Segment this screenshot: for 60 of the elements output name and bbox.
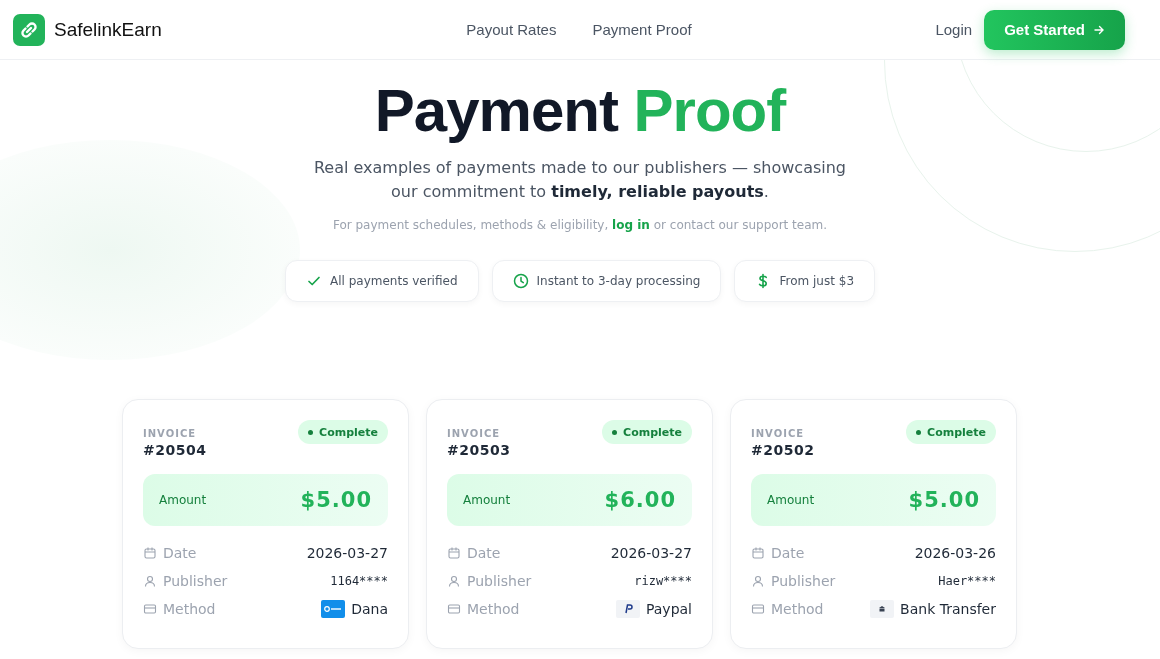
publisher-value: rizw**** xyxy=(634,574,692,588)
date-value: 2026-03-27 xyxy=(610,545,692,561)
row-label: Publisher xyxy=(163,573,229,589)
feature-label: All payments verified xyxy=(330,274,458,288)
arrow-right-icon xyxy=(1093,23,1105,36)
login-link[interactable]: Login xyxy=(935,21,973,38)
invoice-number: #20504 xyxy=(143,442,207,458)
note-text: or contact our support team. xyxy=(653,218,828,232)
paypal-logo-icon xyxy=(615,600,640,618)
calendar-icon xyxy=(447,546,461,560)
row-label: Method xyxy=(771,601,825,617)
amount-label: Amount xyxy=(463,493,511,507)
amount-value: $5.00 xyxy=(908,488,980,512)
note-text: For payment schedules, methods & eligibility, xyxy=(332,218,609,232)
status-badge: Complete xyxy=(298,420,388,444)
calendar-icon xyxy=(143,546,157,560)
invoice-number: #20503 xyxy=(447,442,511,458)
card-icon xyxy=(143,602,157,616)
status-badge: Complete xyxy=(602,420,692,444)
date-value: 2026-03-27 xyxy=(306,545,388,561)
clock-icon xyxy=(512,273,529,289)
calendar-icon xyxy=(751,546,765,560)
row-label: Method xyxy=(467,601,521,617)
row-label: Date xyxy=(771,545,806,561)
user-icon xyxy=(447,574,461,588)
method-value: Paypal xyxy=(645,601,692,617)
invoice-label: INVOICE xyxy=(447,428,502,439)
amount-value: $6.00 xyxy=(604,488,676,512)
card-icon xyxy=(751,602,765,616)
user-icon xyxy=(751,574,765,588)
method-value: Dana xyxy=(351,601,388,617)
amount-label: Amount xyxy=(159,493,207,507)
feature-label: Instant to 3-day processing xyxy=(536,274,701,288)
card-icon xyxy=(447,602,461,616)
amount-value: $5.00 xyxy=(300,488,372,512)
row-label: Date xyxy=(467,545,502,561)
amount-label: Amount xyxy=(767,493,815,507)
brand-name[interactable]: SafelinkEarn xyxy=(54,18,162,41)
page-title-accent: Proof xyxy=(633,77,786,144)
invoice-label: INVOICE xyxy=(751,428,806,439)
link-logo-icon xyxy=(13,13,45,46)
bank-icon xyxy=(870,600,895,618)
page-title: Payment xyxy=(374,77,618,144)
nav-link[interactable]: Payout Rates xyxy=(466,21,557,38)
method-value: Bank Transfer xyxy=(900,601,996,617)
row-label: Date xyxy=(163,545,198,561)
row-label: Method xyxy=(163,601,217,617)
user-icon xyxy=(143,574,157,588)
status-badge: Complete xyxy=(906,420,996,444)
hero-subtitle: Real examples of payments made to our publishers — showcasing our commitment to timely, reliable payouts. xyxy=(312,157,848,203)
row-label: Publisher xyxy=(771,573,837,589)
publisher-value: Haer**** xyxy=(938,574,996,588)
wallet-logo-icon xyxy=(321,600,346,618)
publisher-value: 1164**** xyxy=(330,574,388,588)
invoice-label: INVOICE xyxy=(143,428,198,439)
invoice-number: #20502 xyxy=(751,442,815,458)
date-value: 2026-03-26 xyxy=(914,545,996,561)
row-label: Publisher xyxy=(467,573,533,589)
feature-label: From just $3 xyxy=(779,274,854,288)
nav-link[interactable]: Payment Proof xyxy=(592,21,692,38)
